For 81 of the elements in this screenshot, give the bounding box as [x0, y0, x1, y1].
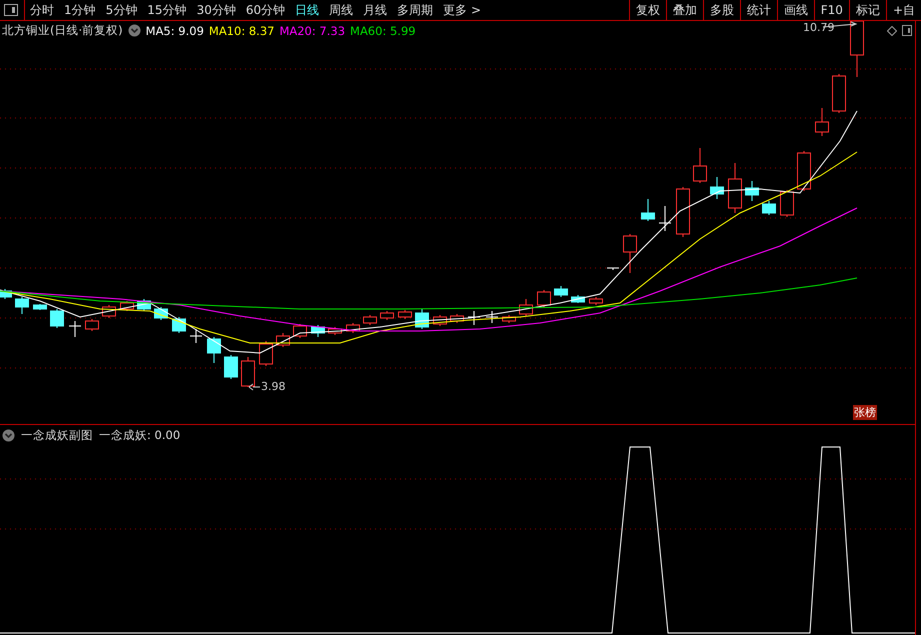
- indicator-value: MA10: 8.37: [208, 24, 274, 38]
- candlestick: [728, 162, 742, 214]
- indicator-value: MA60: 5.99: [350, 24, 416, 38]
- candlestick: [519, 298, 533, 316]
- period-tab[interactable]: 5分钟: [100, 0, 142, 20]
- candlestick: [85, 318, 99, 332]
- candlestick: [762, 200, 776, 216]
- indicator-value: MA5: 9.09: [146, 24, 204, 38]
- toolbar-button[interactable]: 标记: [848, 0, 886, 20]
- candlestick: [676, 186, 690, 238]
- candlestick: [832, 74, 846, 114]
- indicator-value: MA20: 7.33: [279, 24, 346, 38]
- candlestick: [346, 322, 360, 334]
- sub-chart-title: 一念成妖副图: [21, 428, 93, 443]
- diamond-icon[interactable]: [887, 26, 897, 36]
- candlestick: [120, 300, 134, 312]
- candlestick: [259, 340, 273, 366]
- rank-badge[interactable]: 张榜: [853, 405, 877, 420]
- candlestick: [658, 206, 672, 232]
- candlestick: [68, 320, 82, 338]
- dropdown-icon[interactable]: [128, 24, 141, 37]
- candlestick: [33, 304, 47, 310]
- candlestick: [850, 21, 864, 78]
- candlestick: [293, 324, 307, 338]
- dropdown-icon[interactable]: [2, 429, 15, 442]
- candlestick: [241, 356, 255, 388]
- period-tab[interactable]: 日线: [290, 0, 324, 20]
- candlestick: [0, 288, 12, 300]
- candlestick: [693, 148, 707, 184]
- candlestick: [50, 308, 64, 328]
- toolbar-button[interactable]: +自: [886, 0, 921, 20]
- candlestick: [486, 310, 498, 324]
- toolbar-button[interactable]: 画线: [776, 0, 814, 20]
- candlestick: [623, 234, 637, 274]
- candlestick: [433, 314, 447, 326]
- period-tab[interactable]: 周线: [324, 0, 358, 20]
- toolbar-button[interactable]: F10: [814, 0, 849, 20]
- chart-title: 北方铜业(日线·前复权): [2, 23, 123, 38]
- candlestick: [363, 314, 377, 326]
- candlestick: [537, 290, 551, 308]
- candlestick: [224, 354, 238, 380]
- candlestick: [710, 176, 724, 200]
- candlestick: [380, 310, 394, 320]
- candlestick: [190, 328, 202, 344]
- candlestick: [15, 296, 29, 314]
- candlestick: [207, 336, 221, 364]
- candlestick: [276, 332, 290, 348]
- candlestick: [571, 294, 585, 304]
- candlestick: [328, 326, 342, 336]
- period-tab[interactable]: 30分钟: [192, 0, 241, 20]
- candlestick: [745, 180, 759, 202]
- period-tab[interactable]: 60分钟: [240, 0, 290, 20]
- period-tab[interactable]: 15分钟: [142, 0, 192, 20]
- toolbar-button[interactable]: 叠加: [666, 0, 703, 20]
- period-tab[interactable]: 月线: [358, 0, 392, 20]
- leader-line: [248, 384, 260, 390]
- candlestick: [450, 314, 464, 324]
- candlestick: [606, 268, 620, 270]
- candlestick: [815, 108, 829, 136]
- candlestick: [554, 286, 568, 298]
- period-tab[interactable]: 更多 >: [438, 0, 486, 20]
- candlestick: [780, 190, 794, 218]
- candlestick: [589, 296, 603, 306]
- toolbar-button[interactable]: 统计: [740, 0, 777, 20]
- period-tab[interactable]: 分时: [25, 0, 59, 20]
- high-price-label: 10.79: [803, 21, 834, 34]
- candlestick: [311, 324, 325, 338]
- indicator-value: 一念成妖: 0.00: [99, 428, 180, 443]
- candlestick: [641, 198, 655, 222]
- toolbar-button[interactable]: 多股: [702, 0, 740, 20]
- candlestick: [398, 310, 412, 320]
- period-tab[interactable]: 多周期: [392, 0, 438, 20]
- candlestick: [415, 308, 429, 330]
- candlestick: [502, 314, 516, 324]
- toolbar-button[interactable]: 复权: [628, 0, 666, 20]
- candlestick: [797, 150, 811, 192]
- period-tab[interactable]: 1分钟: [59, 0, 101, 20]
- low-price-label: 3.98: [261, 380, 286, 393]
- panel-toggle-icon[interactable]: [902, 25, 912, 36]
- panel-toggle-icon[interactable]: [4, 4, 18, 16]
- candlestick: [468, 310, 480, 326]
